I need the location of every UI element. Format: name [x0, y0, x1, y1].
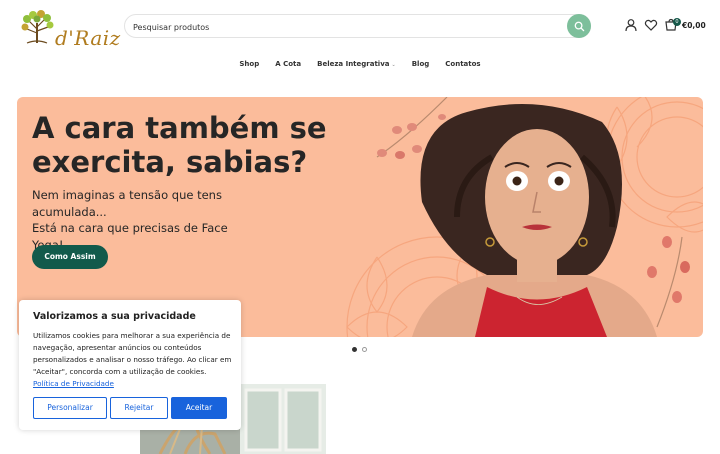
woman-photo [412, 104, 657, 337]
cart-count-badge: 0 [673, 18, 681, 26]
cookie-consent-banner: Valorizamos a sua privacidade Utilizamos… [19, 300, 241, 430]
search-bar [124, 14, 591, 38]
heart-icon[interactable] [644, 18, 658, 32]
nav-item-a-cota[interactable]: A Cota [275, 58, 301, 72]
rejeitar-button[interactable]: Rejeitar [110, 397, 168, 419]
nav-item-blog[interactable]: Blog [412, 58, 430, 72]
slider-dots [352, 347, 367, 352]
search-button[interactable] [567, 14, 591, 38]
nav-item-contatos[interactable]: Contatos [445, 58, 480, 72]
user-icon[interactable] [624, 18, 638, 32]
cookie-text: Utilizamos cookies para melhorar a sua e… [33, 330, 233, 390]
main-nav: Shop A Cota Beleza Integrativa ⌄ Blog Con… [0, 58, 720, 72]
cookie-title: Valorizamos a sua privacidade [33, 311, 196, 322]
nav-item-shop[interactable]: Shop [239, 58, 259, 72]
nav-item-beleza-integrativa-wrapper[interactable]: Beleza Integrativa ⌄ [317, 58, 396, 72]
como-assim-button[interactable]: Como Assim [32, 245, 108, 269]
personalizar-button[interactable]: Personalizar [33, 397, 107, 419]
cookie-description: Utilizamos cookies para melhorar a sua e… [33, 331, 232, 376]
aceitar-button[interactable]: Aceitar [171, 397, 227, 419]
privacy-policy-link[interactable]: Política de Privacidade [33, 379, 114, 388]
tree-logo-icon [21, 10, 54, 44]
hero-subtitle-line-1: Nem imaginas a tensão que tens acumulada… [32, 188, 222, 219]
slider-dot-1[interactable] [352, 347, 357, 352]
logo[interactable]: d'Raiz [17, 9, 120, 50]
logo-text: d'Raiz [55, 26, 121, 50]
nav-item-beleza-integrativa[interactable]: Beleza Integrativa [317, 60, 389, 68]
chevron-down-icon: ⌄ [391, 62, 396, 68]
search-input[interactable] [133, 19, 553, 35]
search-icon [574, 21, 584, 31]
hero-title: A cara também se exercita, sabias? [32, 111, 327, 179]
hero-subtitle: Nem imaginas a tensão que tens acumulada… [32, 187, 262, 253]
cart-total[interactable]: €0,00 [682, 21, 706, 30]
flower-branch-right-icon [647, 236, 690, 328]
slider-dot-2[interactable] [362, 347, 367, 352]
site-header: d'Raiz 0 €0,00 [0, 0, 720, 52]
